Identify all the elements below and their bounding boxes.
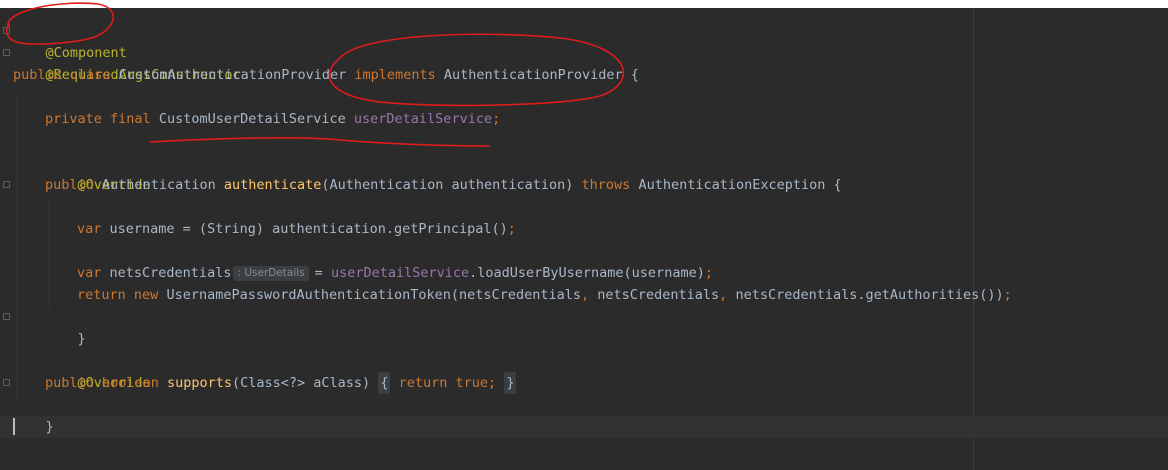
code-editor[interactable]: @Component @RequiredArgsConstructor publ… [0, 8, 1168, 470]
keyword: final [110, 111, 151, 127]
folded-region[interactable]: { [378, 372, 391, 394]
brace: { [630, 67, 639, 83]
fold-marker-icon[interactable] [3, 379, 10, 386]
code-line[interactable]: public class CustomAuthenticationProvide… [13, 64, 639, 86]
keyword: class [69, 67, 111, 83]
code-line[interactable]: var username = (String) authentication.g… [77, 218, 516, 240]
type-inlay-hint: : UserDetails [233, 266, 309, 281]
keyword: return [77, 287, 126, 303]
fold-marker-icon[interactable] [3, 313, 10, 320]
fold-marker-icon[interactable] [3, 181, 10, 188]
semicolon: ; [704, 265, 713, 281]
equals: = [314, 265, 323, 281]
brace: { [380, 375, 389, 391]
method-name: supports [166, 375, 232, 391]
semicolon: ; [492, 111, 501, 127]
argument: netsCredentials.getAuthorities()) [735, 287, 1004, 303]
interface-name: AuthenticationProvider [443, 67, 623, 83]
code-line[interactable]: public boolean supports(Class<?> aClass)… [45, 372, 517, 394]
code-line[interactable]: @Override [45, 152, 151, 193]
field-name: userDetailService [330, 265, 470, 281]
keyword: private [45, 111, 102, 127]
current-line-highlight [0, 416, 1168, 438]
semicolon: ; [488, 375, 497, 391]
keyword: var [77, 221, 102, 237]
code-line[interactable]: return new UsernamePasswordAuthenticatio… [77, 284, 1012, 306]
method-call: .loadUserByUsername(username) [469, 265, 705, 281]
argument: netsCredentials [597, 287, 720, 303]
fold-marker-icon[interactable] [3, 49, 10, 56]
keyword: throws [581, 177, 631, 193]
keyword: public [45, 375, 94, 391]
keyword: public [13, 67, 62, 83]
code-line[interactable]: private final CustomUserDetailService us… [45, 108, 500, 130]
semicolon: ; [1003, 287, 1012, 303]
variable-name: netsCredentials [109, 265, 232, 281]
brace: { [833, 177, 842, 193]
keyword: var [77, 265, 102, 281]
comma: , [719, 287, 728, 303]
keyword: implements [354, 67, 436, 83]
return-type: Authentication [101, 177, 216, 193]
keyword: new [133, 287, 159, 303]
semicolon: ; [507, 221, 516, 237]
comma: , [580, 287, 590, 303]
fold-marker-icon[interactable] [3, 27, 10, 34]
brace: } [506, 375, 515, 391]
code-line[interactable]: public Authentication authenticate(Authe… [45, 174, 842, 196]
right-margin-guide [973, 8, 974, 470]
class-name: CustomAuthenticationProvider [118, 67, 347, 83]
folded-region[interactable]: } [504, 372, 517, 394]
code-line[interactable]: @Component [13, 20, 127, 61]
code-line[interactable]: @RequiredArgsConstructor [13, 42, 241, 83]
code-line[interactable]: var netsCredentials: UserDetails = userDe… [77, 262, 713, 284]
type-name: CustomUserDetailService [158, 111, 346, 127]
keyword: public [45, 177, 94, 193]
params: (Authentication authentication) [321, 177, 574, 193]
keyword: true [455, 375, 489, 391]
constructor-call: UsernamePasswordAuthenticationToken(nets… [166, 287, 581, 303]
code-line[interactable]: } [45, 306, 86, 347]
indent-guide [17, 96, 18, 400]
editor-gutter[interactable] [0, 8, 12, 470]
exception-type: AuthenticationException [638, 177, 826, 193]
statement: username = (String) authentication.getPr… [109, 221, 508, 237]
params: (Class<?> aClass) [232, 375, 371, 391]
method-name: authenticate [223, 177, 322, 193]
keyword: return [398, 375, 448, 391]
code-line[interactable]: @Override [45, 350, 151, 391]
keyword: boolean [101, 375, 159, 391]
field-name: userDetailService [353, 111, 493, 127]
closing-brace: } [45, 419, 54, 435]
text-caret [13, 418, 15, 435]
code-line[interactable]: } [13, 394, 54, 435]
closing-brace: } [77, 331, 86, 347]
